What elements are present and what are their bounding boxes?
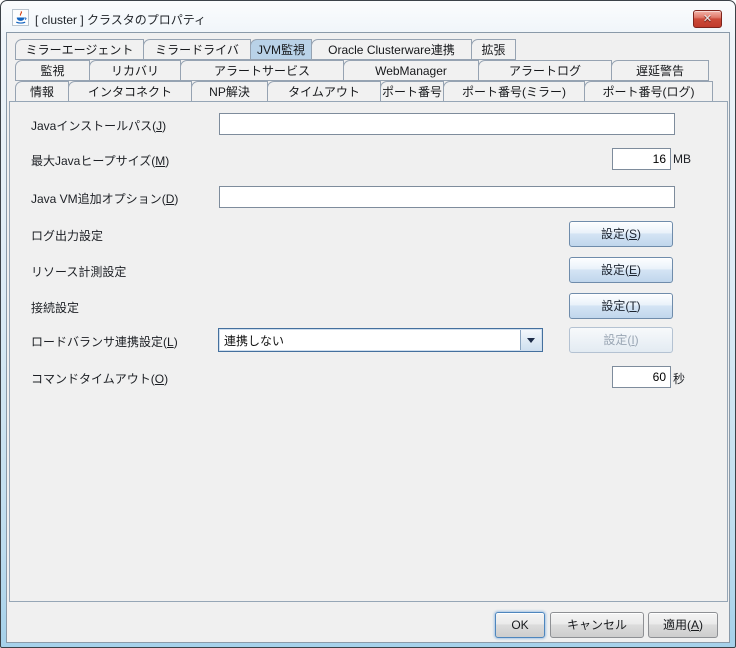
java-install-path-label: Javaインストールパス(J)	[31, 117, 166, 134]
tab-row-2: 監視 リカバリ アラートサービス WebManager アラートログ 遅延警告	[15, 60, 709, 81]
resource-measurement-settings-button[interactable]: 設定(E)	[569, 257, 673, 283]
command-timeout-label: コマンドタイムアウト(O)	[31, 370, 168, 387]
resource-measurement-label: リソース計測設定	[31, 263, 126, 280]
tab-webmanager[interactable]: WebManager	[343, 60, 479, 81]
ok-button[interactable]: OK	[495, 612, 545, 638]
load-balancer-settings-button: 設定(I)	[569, 327, 673, 353]
command-timeout-input[interactable]	[612, 366, 671, 388]
log-output-label: ログ出力設定	[31, 227, 103, 244]
command-timeout-unit: 秒	[673, 370, 685, 387]
title-bar[interactable]: [ cluster ] クラスタのプロパティ ✕	[3, 3, 733, 32]
tab-timeout[interactable]: タイムアウト	[267, 81, 381, 102]
tab-np-resolution[interactable]: NP解決	[191, 81, 268, 102]
tab-monitor[interactable]: 監視	[15, 60, 90, 81]
tab-row-3: 情報 インタコネクト NP解決 タイムアウト ポート番号 ポート番号(ミラー) …	[15, 81, 713, 102]
tab-interconnect[interactable]: インタコネクト	[68, 81, 192, 102]
tab-recovery[interactable]: リカバリ	[89, 60, 181, 81]
log-output-settings-button[interactable]: 設定(S)	[569, 221, 673, 247]
cancel-button[interactable]: キャンセル	[550, 612, 644, 638]
dialog-window: [ cluster ] クラスタのプロパティ ✕ ミラーエージェント ミラードラ…	[0, 0, 736, 648]
load-balancer-label: ロードバランサ連携設定(L)	[31, 333, 178, 350]
tab-row-1: ミラーエージェント ミラードライバ JVM監視 Oracle Clusterwa…	[15, 39, 516, 60]
java-install-path-input[interactable]	[219, 113, 675, 135]
tab-mirror-agent[interactable]: ミラーエージェント	[15, 39, 144, 60]
close-button[interactable]: ✕	[693, 10, 722, 28]
tab-alert-service[interactable]: アラートサービス	[180, 60, 344, 81]
java-vm-options-label: Java VM追加オプション(D)	[31, 190, 178, 207]
tab-delay-warning[interactable]: 遅延警告	[611, 60, 709, 81]
connection-label: 接続設定	[31, 299, 79, 316]
tab-oracle-clusterware[interactable]: Oracle Clusterware連携	[311, 39, 472, 60]
tab-port-number-log[interactable]: ポート番号(ログ)	[584, 81, 713, 102]
connection-settings-button[interactable]: 設定(T)	[569, 293, 673, 319]
load-balancer-combo[interactable]: 連携しない	[218, 328, 543, 352]
tab-jvm-monitor[interactable]: JVM監視	[250, 39, 312, 60]
max-java-heap-unit: MB	[673, 152, 691, 166]
max-java-heap-input[interactable]	[612, 148, 671, 170]
tab-alert-log[interactable]: アラートログ	[478, 60, 612, 81]
java-vm-options-input[interactable]	[219, 186, 675, 208]
apply-button[interactable]: 適用(A)	[648, 612, 718, 638]
dialog-body: ミラーエージェント ミラードライバ JVM監視 Oracle Clusterwa…	[6, 32, 730, 643]
window-title: [ cluster ] クラスタのプロパティ	[35, 11, 206, 28]
max-java-heap-label: 最大Javaヒープサイズ(M)	[31, 152, 169, 169]
tab-extension[interactable]: 拡張	[471, 39, 516, 60]
load-balancer-selected-value: 連携しない	[224, 332, 284, 349]
close-icon: ✕	[703, 13, 712, 25]
java-icon	[12, 9, 29, 26]
tab-port-number-mirror[interactable]: ポート番号(ミラー)	[443, 81, 585, 102]
tab-port-number[interactable]: ポート番号	[380, 81, 444, 102]
tab-info[interactable]: 情報	[15, 81, 69, 102]
tab-mirror-driver[interactable]: ミラードライバ	[143, 39, 251, 60]
chevron-down-icon	[520, 330, 541, 350]
